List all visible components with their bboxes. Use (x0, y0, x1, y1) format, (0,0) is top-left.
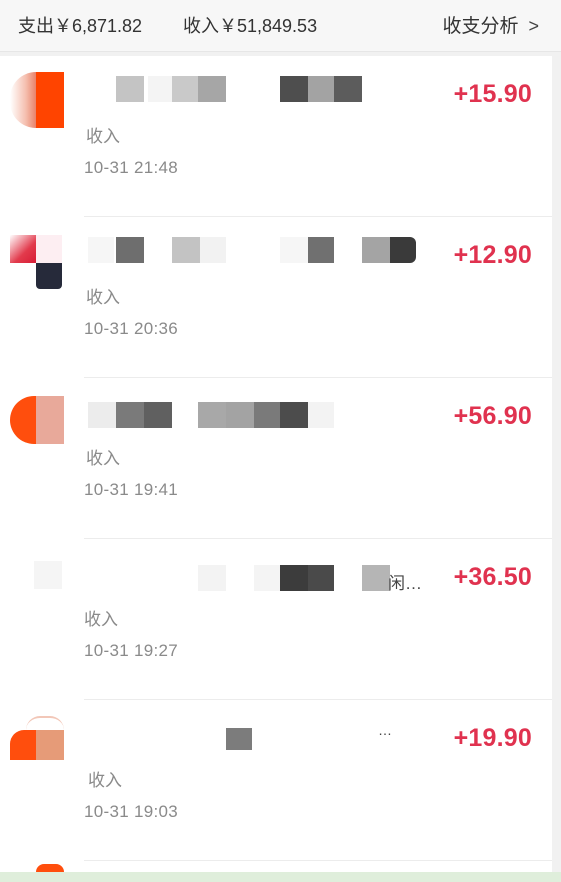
merchant-logo-icon (10, 235, 64, 291)
transaction-amount: +12.90 (453, 241, 532, 269)
merchant-logo-icon (10, 716, 64, 760)
transaction-row[interactable]: 收入 10-31 19:41 +56.90 (0, 378, 552, 539)
merchant-logo-icon (10, 72, 64, 128)
bottom-strip (0, 872, 561, 882)
transaction-amount: +15.90 (453, 80, 532, 108)
transaction-amount: +36.50 (453, 563, 532, 591)
transaction-type: 收入 (86, 449, 120, 468)
merchant-logo-icon (10, 561, 64, 591)
merchant-name-suffix: 闲… (388, 574, 422, 593)
transaction-type: 收入 (88, 771, 122, 790)
merchant-name-suffix: … (378, 722, 392, 738)
row-divider (84, 860, 552, 861)
transaction-type: 收入 (86, 127, 120, 146)
merchant-name-redacted (88, 237, 428, 263)
scroll-edge (552, 56, 561, 872)
merchant-name-redacted (88, 565, 398, 591)
chevron-right-icon: > (528, 16, 539, 36)
transaction-type: 收入 (84, 610, 118, 629)
transaction-row[interactable]: 闲… 收入 10-31 19:27 +36.50 (0, 539, 552, 700)
transaction-time: 10-31 19:27 (84, 641, 179, 660)
merchant-name-redacted (88, 728, 288, 754)
income-expense-analysis-link[interactable]: 收支分析 > (442, 11, 539, 38)
transaction-row[interactable]: 收入 10-31 21:48 +15.90 (0, 56, 552, 217)
transaction-time: 10-31 19:41 (84, 480, 179, 499)
transaction-row[interactable]: 收入 10-31 20:36 +12.90 (0, 217, 552, 378)
summary-bar: 支出￥6,871.82 收入￥51,849.53 收支分析 > (0, 0, 561, 52)
merchant-name-redacted (88, 402, 348, 428)
transaction-type: 收入 (86, 288, 120, 307)
transaction-list[interactable]: 收入 10-31 21:48 +15.90 收入 10-31 20:36 +12… (0, 56, 552, 872)
expense-total: 支出￥6,871.82 (18, 16, 143, 36)
transaction-amount: +19.90 (453, 724, 532, 752)
income-total: 收入￥51,849.53 (183, 16, 318, 36)
transaction-amount: +56.90 (453, 402, 532, 430)
transaction-time: 10-31 21:48 (84, 158, 179, 177)
merchant-logo-icon (10, 864, 64, 872)
analysis-label: 收支分析 (442, 16, 519, 37)
transaction-row[interactable]: … 收入 10-31 19:03 +19.90 (0, 700, 552, 861)
merchant-logo-icon (10, 396, 64, 444)
transaction-time: 10-31 19:03 (84, 802, 179, 821)
merchant-name-redacted (88, 76, 368, 102)
transaction-time: 10-31 20:36 (84, 319, 179, 338)
